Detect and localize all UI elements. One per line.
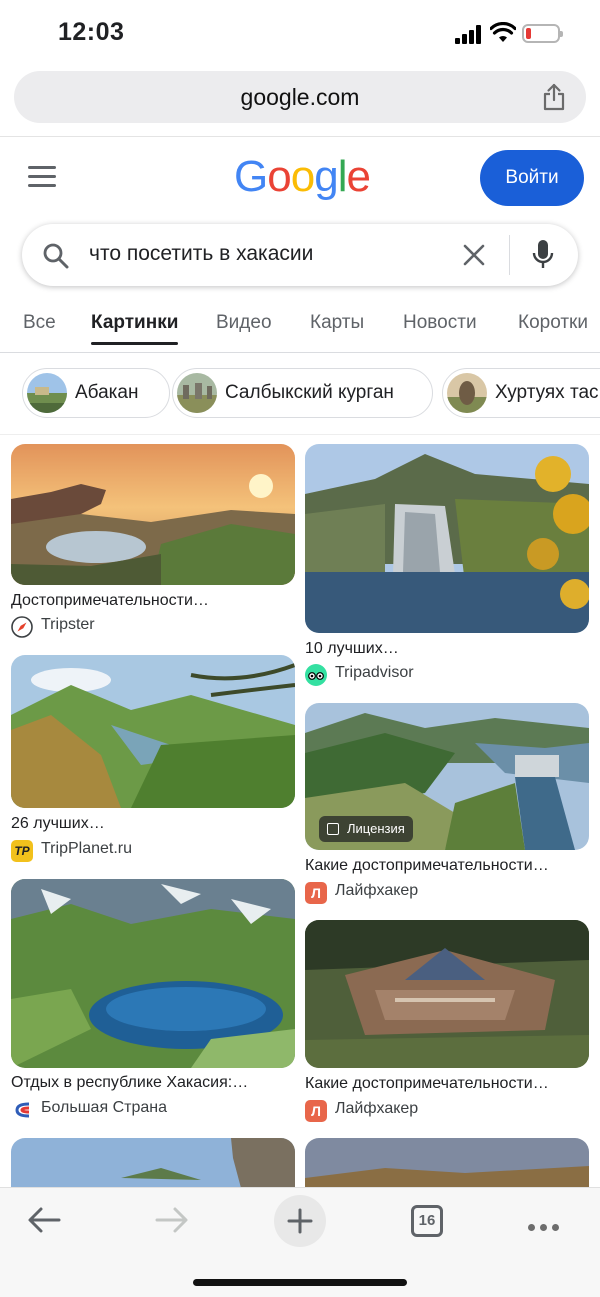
source-name: Лайфхакер	[335, 882, 419, 899]
tab-shorts[interactable]: Коротки	[518, 312, 588, 334]
source-name: Tripster	[41, 616, 95, 633]
back-icon[interactable]	[26, 1204, 62, 1236]
source-name: Tripadvisor	[335, 664, 414, 681]
browser-page: 12:03 google.com Google Войти что посети…	[0, 0, 600, 1297]
result-title[interactable]: 26 лучших…	[11, 815, 295, 833]
logo-letter: G	[234, 152, 268, 201]
search-icon	[43, 243, 69, 269]
image-result[interactable]: Какие достопримечательности… Л Лайфхакер	[305, 920, 589, 1124]
chip-thumbnail	[27, 373, 67, 413]
image-result[interactable]: Отдых в республике Хакасия:… Большая Стр…	[11, 879, 295, 1123]
chip-label: Абакан	[75, 382, 139, 403]
address-bar[interactable]: google.com	[14, 71, 586, 123]
result-image[interactable]	[305, 920, 589, 1068]
result-source[interactable]: Л Лайфхакер	[305, 1099, 589, 1122]
chip-khurtuyakh-tas[interactable]: Хуртуях тас	[442, 368, 600, 418]
more-options-icon[interactable]	[528, 1218, 564, 1236]
result-source[interactable]: Большая Страна	[11, 1098, 295, 1121]
result-source[interactable]: Tripster	[11, 615, 295, 638]
source-name: Большая Страна	[41, 1099, 167, 1116]
divider	[0, 434, 600, 435]
result-image[interactable]	[11, 879, 295, 1068]
chip-thumbnail	[447, 373, 487, 413]
result-title[interactable]: Отдых в республике Хакасия:…	[11, 1074, 295, 1092]
lifehacker-icon: Л	[305, 1100, 327, 1122]
clock: 12:03	[58, 18, 125, 46]
status-bar: 12:03	[0, 0, 600, 66]
result-title[interactable]: 10 лучших…	[305, 640, 589, 658]
search-box[interactable]: что посетить в хакасии	[22, 224, 578, 286]
result-image[interactable]	[305, 1138, 589, 1188]
source-name: TripPlanet.ru	[41, 840, 132, 857]
chip-label: Хуртуях тас	[495, 382, 599, 403]
image-result[interactable]: Лицензия Какие достопримечательности… Л …	[305, 703, 589, 905]
forward-icon[interactable]	[154, 1204, 190, 1236]
result-image[interactable]	[305, 444, 589, 633]
result-source[interactable]: Tripadvisor	[305, 663, 589, 686]
battery-icon	[522, 24, 563, 43]
chip-thumbnail	[177, 373, 217, 413]
result-title[interactable]: Какие достопримечательности…	[305, 857, 589, 875]
chip-salbyk-kurgan[interactable]: Салбыкский курган	[172, 368, 433, 418]
result-source[interactable]: TP TripPlanet.ru	[11, 839, 295, 862]
image-result[interactable]	[305, 1138, 589, 1188]
result-image[interactable]	[11, 655, 295, 808]
license-badge[interactable]: Лицензия	[319, 816, 413, 842]
license-label: Лицензия	[347, 821, 405, 836]
google-logo[interactable]: Google	[234, 152, 371, 202]
bolshaya-strana-icon	[11, 1099, 33, 1121]
clear-icon[interactable]	[462, 243, 486, 267]
result-title[interactable]: Какие достопримечательности…	[305, 1075, 589, 1093]
microphone-icon[interactable]	[531, 239, 555, 271]
logo-letter: o	[267, 152, 292, 201]
tab-video[interactable]: Видео	[216, 312, 272, 334]
search-tabs: Все Картинки Видео Карты Новости Коротки	[0, 300, 600, 352]
source-name: Лайфхакер	[335, 1100, 419, 1117]
logo-letter: e	[346, 152, 371, 201]
result-source[interactable]: Л Лайфхакер	[305, 881, 589, 904]
share-icon[interactable]	[542, 83, 566, 111]
tp-icon: TP	[11, 840, 33, 862]
image-result[interactable]: Достопримечательности… Tripster	[11, 444, 295, 640]
owl-icon	[305, 664, 327, 686]
logo-letter: o	[290, 152, 316, 201]
tab-all[interactable]: Все	[23, 312, 56, 334]
tab-maps[interactable]: Карты	[310, 312, 364, 334]
wifi-icon	[490, 22, 516, 42]
image-result[interactable]	[11, 1138, 295, 1188]
plus-icon	[287, 1208, 313, 1234]
result-title[interactable]: Достопримечательности…	[11, 592, 295, 610]
tab-switcher-button[interactable]: 16	[411, 1205, 443, 1237]
tab-images[interactable]: Картинки	[91, 312, 179, 345]
result-image[interactable]	[11, 444, 295, 585]
sign-in-button[interactable]: Войти	[480, 150, 584, 206]
chip-label: Салбыкский курган	[225, 382, 394, 403]
cellular-signal-icon	[455, 24, 483, 44]
hamburger-menu-icon[interactable]	[28, 166, 56, 188]
logo-letter: g	[314, 152, 339, 201]
new-tab-button[interactable]	[274, 1195, 326, 1247]
battery-level	[526, 28, 531, 39]
chip-abakan[interactable]: Абакан	[22, 368, 170, 418]
url-text[interactable]: google.com	[14, 84, 586, 111]
result-image[interactable]: Лицензия	[305, 703, 589, 850]
tab-news[interactable]: Новости	[403, 312, 477, 334]
result-image[interactable]	[11, 1138, 295, 1188]
search-input[interactable]: что посетить в хакасии	[89, 242, 313, 266]
lifehacker-icon: Л	[305, 882, 327, 904]
compass-icon	[11, 616, 33, 638]
divider	[0, 136, 600, 137]
home-indicator	[193, 1279, 407, 1286]
image-result[interactable]: 26 лучших… TP TripPlanet.ru	[11, 655, 295, 865]
image-result[interactable]: 10 лучших… Tripadvisor	[305, 444, 589, 687]
divider	[0, 352, 600, 353]
divider	[509, 235, 510, 275]
image-icon	[327, 823, 339, 835]
